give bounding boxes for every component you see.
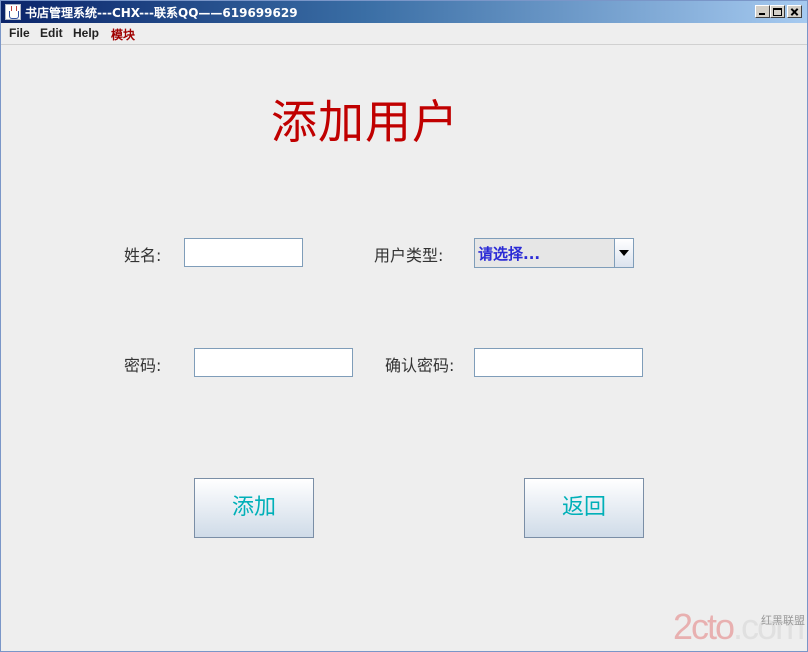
close-button[interactable] [787, 5, 802, 18]
name-input[interactable] [184, 238, 303, 267]
watermark-side-text: 红黑联盟 [761, 614, 805, 627]
menu-bar: File Edit Help 模块 [1, 23, 807, 45]
user-type-selected-value: 请选择... [478, 245, 541, 263]
watermark-logo: 2cto.com 红黑联盟 [673, 606, 807, 647]
user-type-label: 用户类型: [374, 246, 444, 265]
name-label: 姓名: [124, 246, 162, 265]
maximize-button[interactable] [770, 5, 785, 18]
menu-module[interactable]: 模块 [111, 26, 135, 43]
page-title: 添加用户 [271, 95, 459, 149]
menu-edit[interactable]: Edit [40, 26, 63, 40]
password-label: 密码: [124, 356, 162, 375]
confirm-password-label: 确认密码: [385, 356, 455, 375]
user-type-select[interactable]: 请选择... [474, 238, 634, 268]
confirm-password-input[interactable] [474, 348, 643, 377]
title-bar[interactable]: 书店管理系统---CHX---联系QQ——619699629 [1, 1, 807, 23]
add-button[interactable]: 添加 [194, 478, 314, 538]
minimize-button[interactable] [755, 5, 770, 18]
menu-help[interactable]: Help [73, 26, 99, 40]
chevron-down-icon[interactable] [614, 239, 633, 267]
java-cup-icon[interactable] [5, 4, 21, 20]
window-title: 书店管理系统---CHX---联系QQ——619699629 [25, 6, 298, 20]
app-window: 书店管理系统---CHX---联系QQ——619699629 File Edit… [0, 0, 808, 652]
menu-file[interactable]: File [9, 26, 30, 40]
back-button[interactable]: 返回 [524, 478, 644, 538]
password-input[interactable] [194, 348, 353, 377]
